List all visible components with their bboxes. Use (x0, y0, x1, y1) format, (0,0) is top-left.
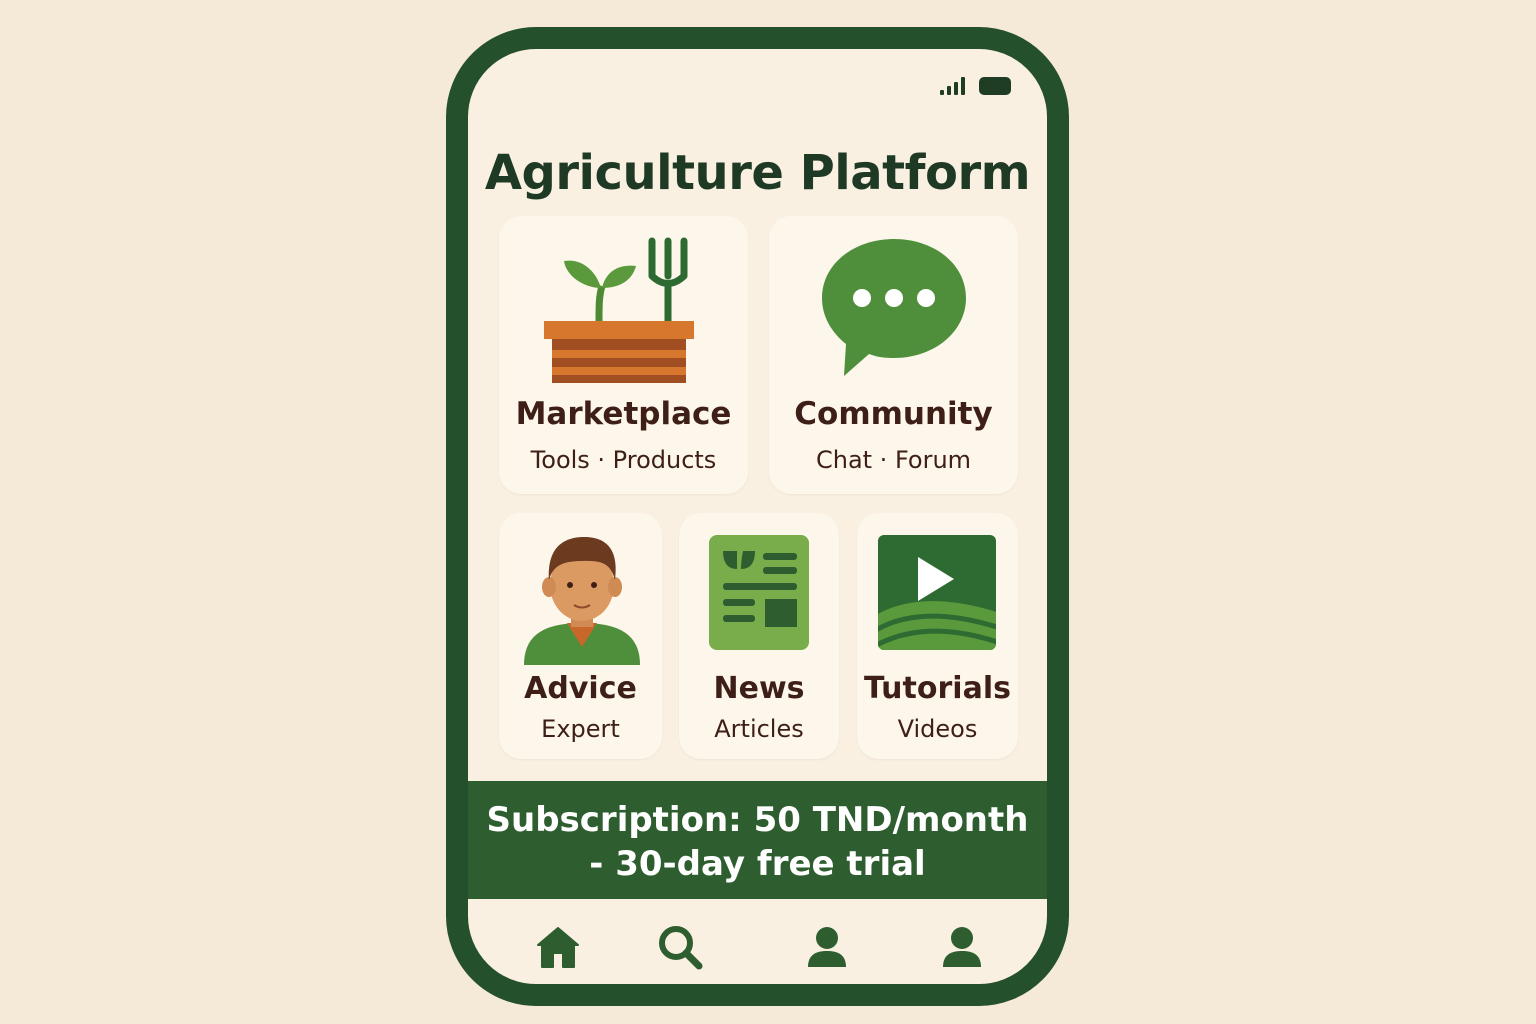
card-subtitle: Articles (714, 715, 804, 743)
card-subtitle: Videos (897, 715, 978, 743)
card-label: Advice (524, 671, 637, 706)
battery-icon (979, 77, 1011, 95)
card-label: Tutorials (864, 671, 1011, 706)
status-bar (940, 77, 1011, 95)
tutorials-card[interactable]: Tutorials Videos (857, 513, 1018, 759)
page-title: Agriculture Platform (484, 145, 1031, 201)
card-subtitle: Expert (541, 715, 620, 743)
home-icon (537, 927, 579, 968)
card-subtitle: Tools · Products (530, 446, 717, 474)
video-play-icon (878, 535, 996, 650)
chat-bubble-icon (822, 239, 966, 376)
newspaper-icon (709, 535, 809, 650)
card-label: Marketplace (515, 396, 732, 432)
marketplace-card[interactable]: Marketplace Tools · Products (499, 216, 748, 494)
advice-card[interactable]: Advice Expert (499, 513, 662, 759)
subscription-banner[interactable]: Subscription: 50 TND/month - 30-day free… (468, 781, 1047, 899)
trial-info: - 30-day free trial (589, 844, 926, 884)
card-label: Community (794, 396, 993, 432)
user-icon (808, 927, 846, 967)
bottom-nav (468, 899, 1047, 984)
card-subtitle: Chat · Forum (815, 446, 972, 474)
signal-icon (940, 77, 965, 95)
nav-home[interactable] (534, 923, 582, 971)
search-icon (659, 926, 703, 970)
nav-user[interactable] (803, 923, 851, 971)
plant-box-fork-icon (544, 237, 694, 383)
community-card[interactable]: Community Chat · Forum (769, 216, 1018, 494)
expert-avatar-icon (524, 537, 640, 665)
nav-profile[interactable] (938, 923, 986, 971)
phone-frame: Agriculture Platform Marketplace Tools ·… (446, 27, 1069, 1006)
news-card[interactable]: News Articles (679, 513, 839, 759)
nav-search[interactable] (656, 923, 704, 971)
card-label: News (713, 671, 805, 706)
profile-icon (943, 927, 981, 967)
subscription-price: Subscription: 50 TND/month (486, 800, 1029, 840)
